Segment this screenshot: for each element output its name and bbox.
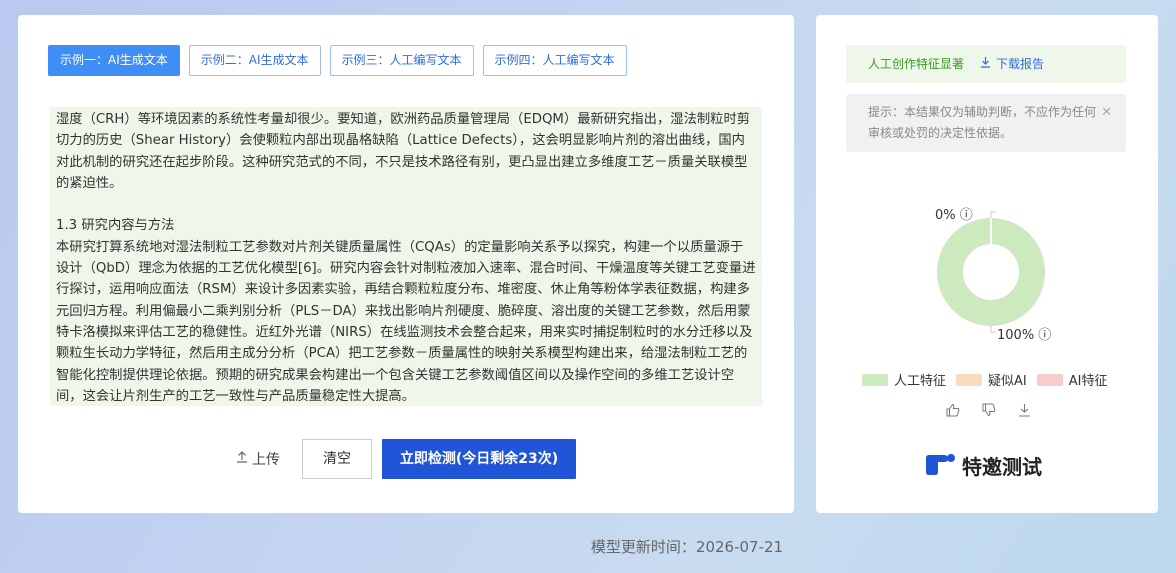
legend-swatch-suspected-ai [956,373,983,386]
example-tabs: 示例一：AI生成文本 示例二：AI生成文本 示例三：人工编写文本 示例四：人工编… [48,45,627,76]
brand-hand-icon [924,450,958,481]
detect-button[interactable]: 立即检测(今日剩余23次) [382,439,576,479]
action-bar: 上传 清空 立即检测(今日剩余23次) [18,439,794,479]
download-icon [980,45,991,83]
tab-example-1[interactable]: 示例一：AI生成文本 [48,45,180,76]
download-result-icon[interactable] [1018,403,1031,421]
content-paragraph-2: 本研究打算系统地对湿法制粒工艺参数对片剂关键质量属性（CQAs）的定量影响关系予… [56,239,756,404]
legend-swatch-human [862,373,888,386]
legend-label-suspected-ai: 疑似AI [988,374,1027,389]
brand-name: 特邀测试 [962,455,1042,479]
brand-logo: 特邀测试 [924,450,1042,481]
tab-example-3[interactable]: 示例三：人工编写文本 [329,45,474,76]
content-heading: 1.3 研究内容与方法 [56,218,175,234]
result-label: 人工创作特征显著 [868,57,965,71]
content-paragraph-1: 湿度（CRH）等环境因素的系统性考量却很少。要知道，欧洲药品质量管理局（EDQM… [56,112,751,191]
thumbs-up-icon[interactable] [946,403,960,421]
feedback-bar [946,403,1031,421]
legend-item-suspected-ai: 疑似AI [956,370,1027,389]
tab-example-2[interactable]: 示例二：AI生成文本 [188,45,321,76]
upload-button[interactable]: 上传 [236,439,280,479]
clear-button[interactable]: 清空 [302,439,372,479]
result-panel: 人工创作特征显著 下载报告 提示：本结果仅为辅助判断，不应作为任何审核或处罚的决… [816,15,1158,513]
input-panel: 示例一：AI生成文本 示例二：AI生成文本 示例三：人工编写文本 示例四：人工编… [18,15,794,513]
result-banner: 人工创作特征显著 下载报告 [846,45,1126,83]
legend-label-human: 人工特征 [894,374,947,389]
legend-item-human: 人工特征 [862,370,946,389]
close-icon[interactable]: ✕ [1101,102,1112,123]
footer: 模型更新时间：2026-07-21 [0,536,1176,557]
tab-example-4[interactable]: 示例四：人工编写文本 [482,45,627,76]
legend-item-ai: AI特征 [1036,370,1108,389]
text-input-area[interactable]: 湿度（CRH）等环境因素的系统性考量却很少。要知道，欧洲药品质量管理局（EDQM… [50,107,762,406]
notice-box: 提示：本结果仅为辅助判断，不应作为任何审核或处罚的决定性依据。 ✕ [846,94,1126,152]
thumbs-down-icon[interactable] [982,403,996,421]
result-donut-chart [936,211,1045,333]
notice-text: 提示：本结果仅为辅助判断，不应作为任何审核或处罚的决定性依据。 [868,105,1097,140]
model-update-time: 模型更新时间：2026-07-21 [590,538,784,556]
download-label: 下载报告 [996,57,1045,71]
chart-legend: 人工特征 疑似AI AI特征 [862,370,1107,389]
upload-label: 上传 [252,452,280,468]
chart-label-top: 0% ⓘ [935,208,973,223]
legend-label-ai: AI特征 [1068,374,1108,389]
legend-swatch-ai [1036,373,1063,386]
download-report-link[interactable]: 下载报告 [980,45,1044,83]
upload-icon [236,451,248,467]
chart-label-bottom: 100% ⓘ [997,328,1052,343]
